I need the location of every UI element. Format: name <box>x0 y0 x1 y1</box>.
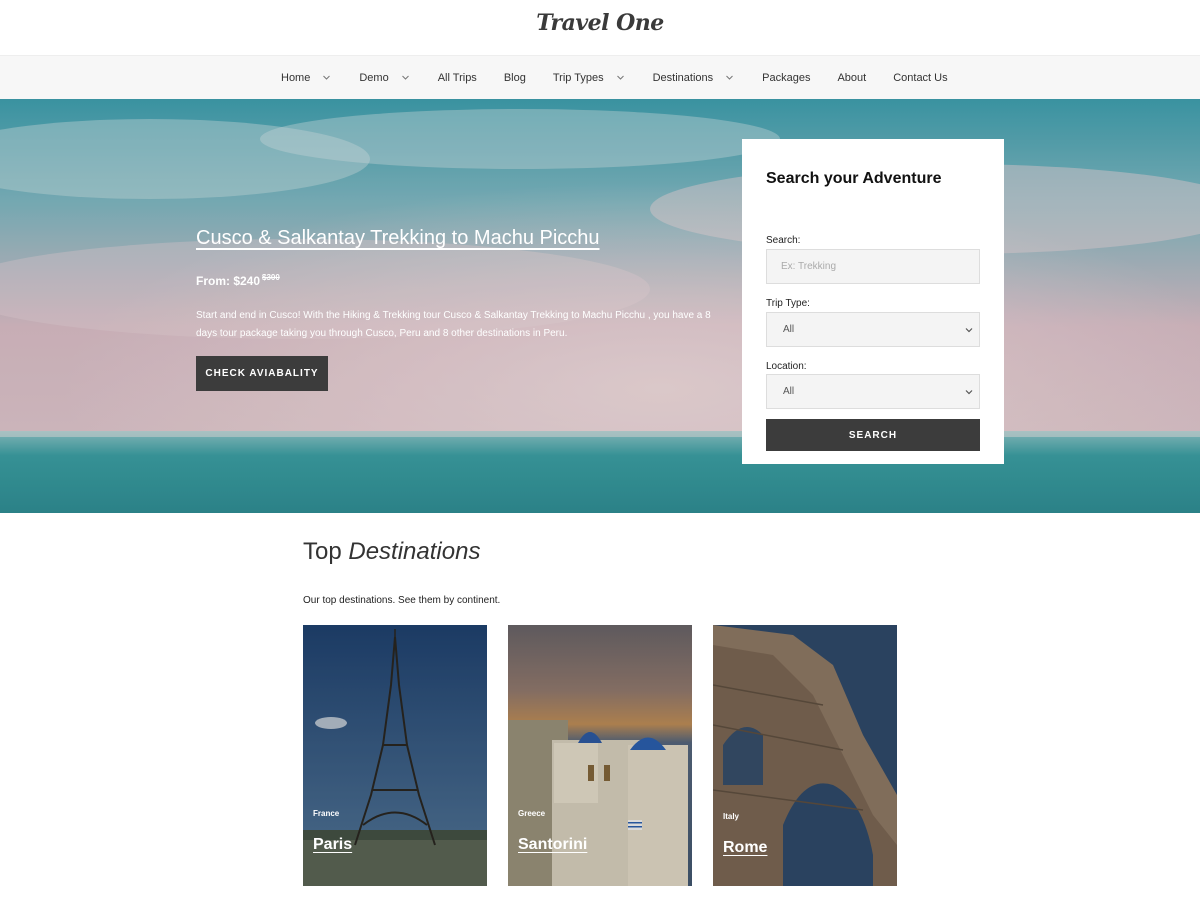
site-header: Travel One <box>0 0 1200 55</box>
search-panel-title: Search your Adventure <box>766 170 942 187</box>
hero-trip-title[interactable]: Cusco & Salkantay Trekking to Machu Picc… <box>196 227 600 250</box>
nav-item-label: Packages <box>762 72 811 84</box>
nav-item-label: Demo <box>359 72 389 84</box>
hero-old-price: $300 <box>262 273 280 282</box>
section-title-italic: Destinations <box>348 538 481 565</box>
card-country: France <box>313 809 340 818</box>
check-availability-button[interactable]: CHECK AVIABALITY <box>196 356 328 391</box>
chevron-down-icon[interactable] <box>322 73 332 83</box>
chevron-down-icon[interactable] <box>725 73 735 83</box>
hero-background-image <box>0 99 1200 513</box>
chevron-down-icon[interactable] <box>616 73 626 83</box>
card-city[interactable]: Paris <box>313 836 352 854</box>
trip-type-label: Trip Type: <box>766 298 810 309</box>
location-value: All <box>783 386 795 397</box>
chevron-down-icon <box>965 326 973 334</box>
location-select[interactable]: All <box>766 374 980 409</box>
hero-description: Start and end in Cusco! With the Hiking … <box>196 310 711 339</box>
hero-price: From: $240 $300 <box>196 273 280 288</box>
section-description: Our top destinations. See them by contin… <box>303 595 501 606</box>
nav-item-label: Home <box>281 72 311 84</box>
nav-item-packages[interactable]: Packages <box>762 72 810 84</box>
card-country: Greece <box>518 809 546 818</box>
nav-item-label: About <box>837 72 867 84</box>
main-nav: Home Demo All Trips Blog Trip Types Destinati… <box>0 55 1200 99</box>
card-city[interactable]: Santorini <box>518 836 587 854</box>
location-label: Location: <box>766 361 807 372</box>
nav-item-demo[interactable]: Demo <box>359 72 410 84</box>
nav-item-label: Destinations <box>652 72 714 84</box>
site-logo[interactable]: Travel One <box>0 10 1200 36</box>
nav-item-trip-types[interactable]: Trip Types <box>553 72 626 84</box>
destination-card-santorini[interactable]: Greece Santorini <box>508 625 692 886</box>
nav-item-destinations[interactable]: Destinations <box>653 72 736 84</box>
nav-item-label: Contact Us <box>893 72 948 84</box>
hero-banner: Cusco & Salkantay Trekking to Machu Picc… <box>0 99 1200 513</box>
section-title-plain: Top <box>303 538 342 565</box>
destination-card-paris[interactable]: France Paris <box>303 625 487 886</box>
chevron-down-icon <box>965 388 973 396</box>
nav-item-contact-us[interactable]: Contact Us <box>893 72 947 84</box>
hero-current-price: From: $240 <box>196 274 261 288</box>
nav-item-home[interactable]: Home <box>281 72 332 84</box>
search-button[interactable]: SEARCH <box>766 419 980 451</box>
nav-item-label: Blog <box>503 72 526 84</box>
search-panel: Search your Adventure Search: Trip Type:… <box>742 139 1004 464</box>
card-country: Italy <box>723 812 740 821</box>
nav-item-about[interactable]: About <box>837 72 866 84</box>
nav-item-label: Trip Types <box>552 72 604 84</box>
trip-type-value: All <box>783 324 795 335</box>
nav-menu: Home Demo All Trips Blog Trip Types Destinati… <box>281 56 975 100</box>
section-title: Top Destinations <box>303 538 480 566</box>
search-label: Search: <box>766 235 801 246</box>
chevron-down-icon[interactable] <box>401 73 411 83</box>
nav-item-label: All Trips <box>437 72 477 84</box>
card-city[interactable]: Rome <box>723 839 767 857</box>
trip-type-select[interactable]: All <box>766 312 980 347</box>
search-input[interactable] <box>766 249 980 284</box>
destination-card-rome[interactable]: Italy Rome <box>713 625 897 886</box>
nav-item-all-trips[interactable]: All Trips <box>438 72 477 84</box>
nav-item-blog[interactable]: Blog <box>504 72 526 84</box>
